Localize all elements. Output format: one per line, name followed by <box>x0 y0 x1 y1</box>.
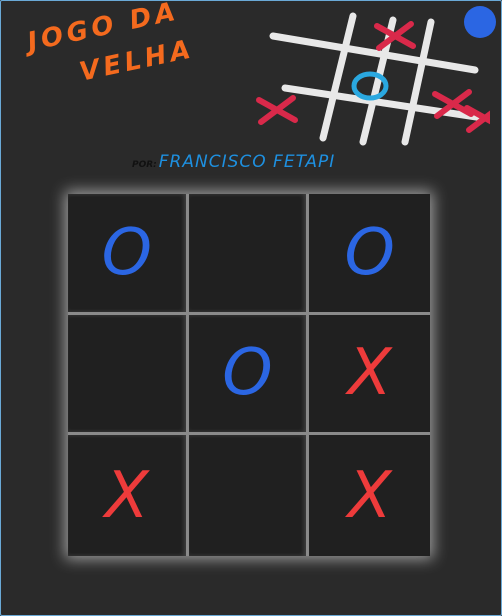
board-cell-2[interactable] <box>188 194 310 315</box>
author-credit: POR: FRANCISCO FETAPI <box>132 152 335 172</box>
credit-name: FRANCISCO FETAPI <box>158 152 336 172</box>
logo-board-icon <box>256 12 490 146</box>
board-cell-9[interactable]: X <box>309 435 430 556</box>
logo-x-mark <box>256 95 298 125</box>
board-cell-3[interactable]: O <box>309 194 430 315</box>
board-cell-5[interactable]: O <box>188 314 310 436</box>
board-cell-1[interactable]: O <box>68 194 189 315</box>
logo-o-mark <box>351 71 389 101</box>
game-logo: JOGO DA VELHA <box>20 0 490 150</box>
board-cell-8[interactable] <box>189 435 310 556</box>
logo-x-mark <box>374 21 416 51</box>
board-cell-4[interactable] <box>68 314 189 436</box>
board-cell-7[interactable]: X <box>68 435 189 556</box>
game-board: O O O X X X <box>68 194 430 556</box>
credit-prefix: POR: <box>132 160 157 170</box>
board-cell-6[interactable]: X <box>309 315 430 436</box>
